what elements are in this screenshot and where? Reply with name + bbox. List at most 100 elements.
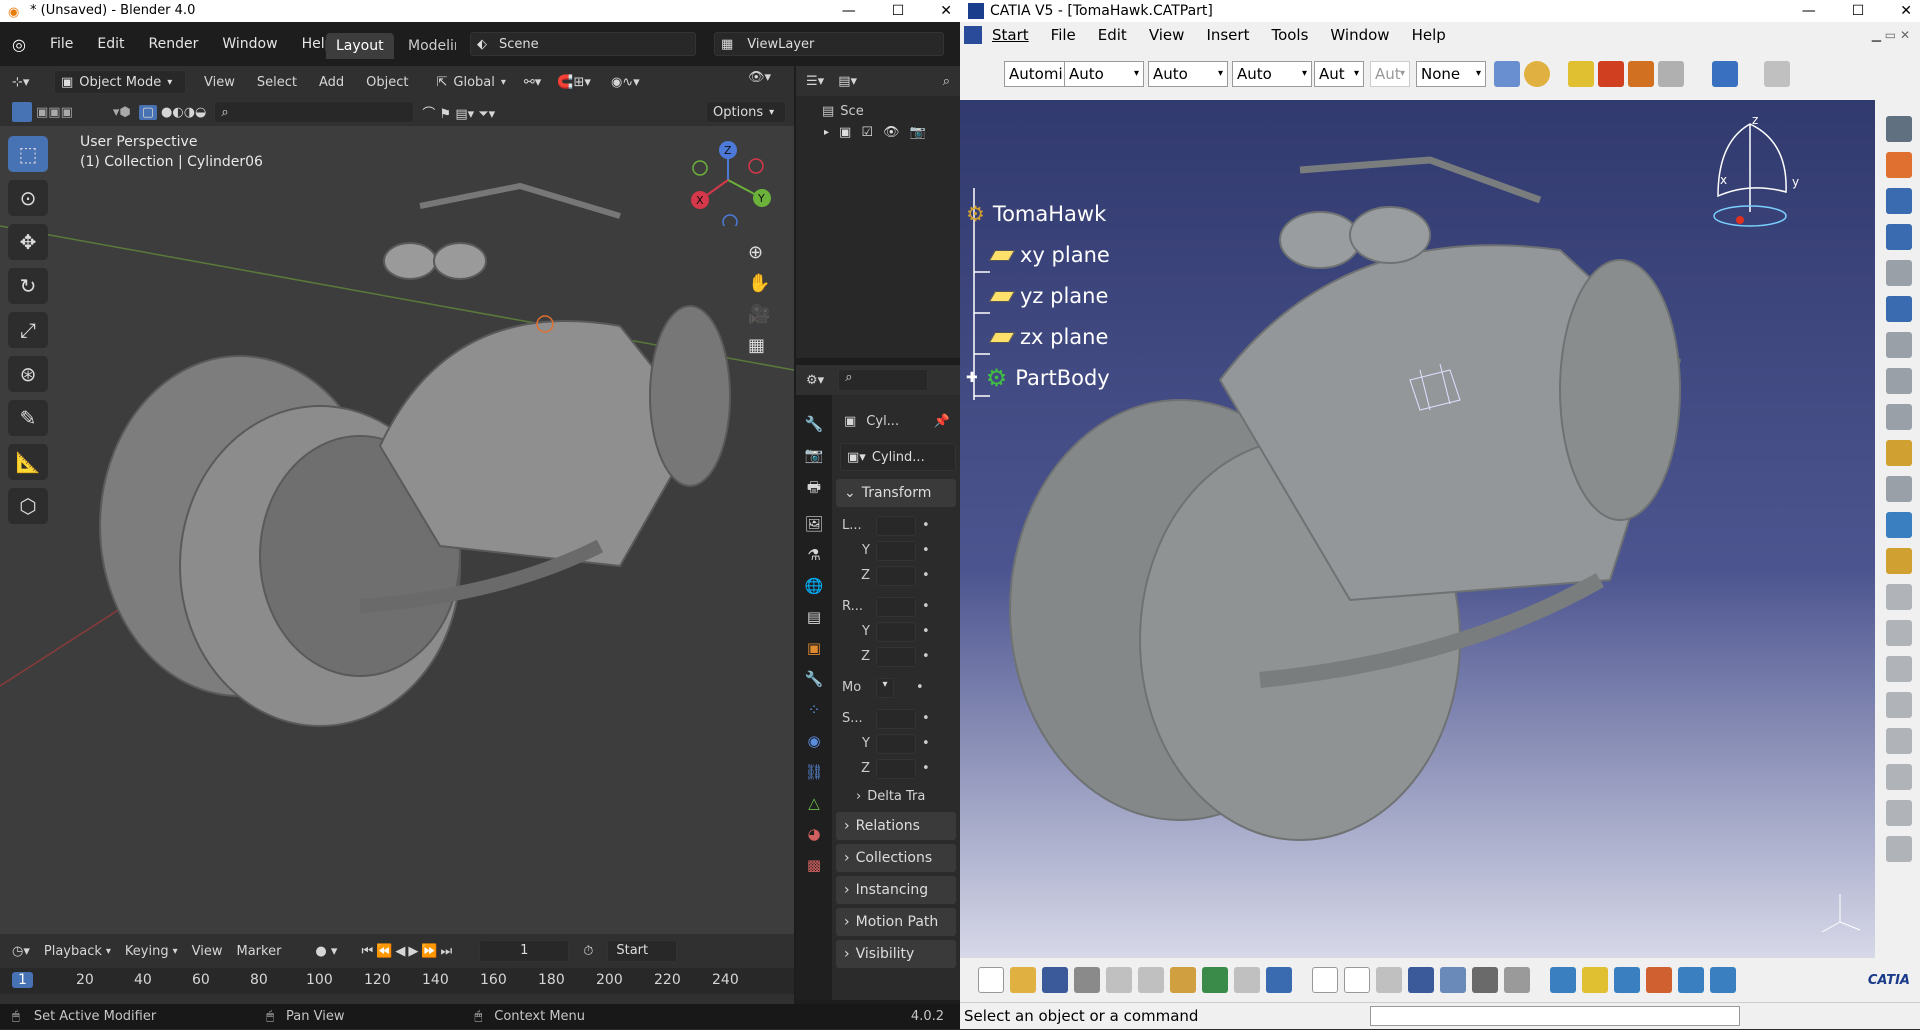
tool-tab-icon[interactable]: 🔧 (805, 415, 824, 433)
minimize-icon[interactable]: — (1802, 0, 1816, 22)
expand-arrow-icon[interactable]: ▸ (824, 127, 829, 138)
stopwatch-icon[interactable]: ⏱ (583, 944, 593, 959)
analysis-icon[interactable] (1376, 967, 1402, 993)
timeline-menu-view[interactable]: View (192, 944, 223, 959)
eye-icon[interactable]: 👁 (883, 125, 900, 140)
print-icon[interactable] (1074, 967, 1100, 993)
instancing-panel[interactable]: › Instancing (836, 876, 956, 904)
undo-icon[interactable] (1202, 967, 1228, 993)
modifier-tab-icon[interactable]: 🔧 (805, 670, 824, 688)
rotate-icon[interactable]: ↻ (8, 268, 48, 304)
current-frame-field[interactable]: 1 (479, 940, 570, 962)
rotation-mode-dropdown[interactable]: ▾ (876, 677, 894, 698)
transform-panel-header[interactable]: ⌄ Transform (836, 479, 956, 507)
minimize-icon[interactable]: — (842, 0, 856, 22)
thick-surface-icon[interactable] (1886, 656, 1912, 682)
transparency-dropdown[interactable]: Auto ▾ (1064, 61, 1144, 87)
move-icon[interactable]: ✥ (8, 224, 48, 260)
keyframe-dot-icon[interactable]: • (922, 761, 930, 776)
cut-icon[interactable] (1106, 967, 1132, 993)
measure-icon[interactable]: 📐 (8, 444, 48, 480)
swap-visible-icon[interactable] (1628, 61, 1654, 87)
menu-edit[interactable]: Edit (97, 36, 124, 52)
rotation-x-row[interactable]: R... • (842, 594, 960, 619)
groove-icon[interactable] (1886, 332, 1912, 358)
maximize-icon[interactable]: ☐ (1852, 0, 1865, 22)
pad-icon[interactable] (1886, 224, 1912, 250)
world-tab-icon[interactable]: 🌐 (805, 577, 824, 595)
shading-mode-group[interactable]: ▢ ●◐◑◒ (138, 104, 206, 120)
menu-render[interactable]: Render (149, 36, 199, 52)
mode-dropdown[interactable]: ▣ Object Mode ▾ (54, 70, 186, 94)
material-icon[interactable] (1524, 61, 1550, 87)
material-shading-icon[interactable]: ●◐◑◒ (161, 105, 206, 120)
physics-tab-icon[interactable]: ◉ (807, 732, 820, 750)
point-type-dropdown[interactable]: Aut ▾ (1314, 61, 1364, 87)
output-tab-icon[interactable]: 🖶 (807, 477, 821, 502)
document-icon[interactable] (964, 26, 982, 44)
pivot-icon[interactable]: ⚯▾ (524, 75, 541, 90)
transform-icon[interactable]: ⊛ (8, 356, 48, 392)
viewport-menu-add[interactable]: Add (319, 75, 344, 90)
annotate-icon[interactable]: ✎ (8, 400, 48, 436)
render-tab-icon[interactable]: 📷 (805, 446, 824, 464)
playback-controls-icon[interactable]: ⏮⏪◀▶⏩⏭ (361, 944, 455, 959)
menu-start[interactable]: Start (992, 26, 1029, 44)
layer-dropdown[interactable]: None ▾ (1416, 61, 1486, 87)
menu-file[interactable]: File (1051, 26, 1076, 44)
knowledge-icon[interactable] (1344, 967, 1370, 993)
tree-zx-plane[interactable]: zx plane (988, 325, 1108, 349)
tree-xy-plane[interactable]: xy plane (988, 243, 1110, 267)
line-type-dropdown[interactable]: Auto ▾ (1232, 61, 1312, 87)
keyframe-dot-icon[interactable]: • (922, 711, 930, 726)
whats-this-icon[interactable] (1266, 967, 1292, 993)
draft-icon[interactable] (1886, 512, 1912, 538)
tree-yz-plane[interactable]: yz plane (988, 284, 1108, 308)
hole-icon[interactable] (1886, 368, 1912, 394)
search-input[interactable]: ⌕ (214, 101, 415, 123)
menu-file[interactable]: File (50, 36, 73, 52)
redo-icon[interactable] (1234, 967, 1260, 993)
command-input[interactable] (1370, 1006, 1740, 1026)
start-frame-field[interactable]: Start (607, 940, 678, 962)
line-thickness-dropdown[interactable]: Auto ▾ (1148, 61, 1228, 87)
viewport-menu-object[interactable]: Object (366, 75, 408, 90)
location-y-row[interactable]: Y • (842, 538, 960, 563)
pattern-icon[interactable] (1886, 764, 1912, 790)
scene-tab-icon[interactable]: ⚗ (807, 546, 820, 564)
orientation-dropdown[interactable]: ⇱ Global ▾ (436, 75, 505, 90)
pan-hand-icon[interactable]: ✋ (748, 273, 770, 294)
outliner-collection-row[interactable]: ▸ ▣ ☑ 👁 📷 (796, 119, 960, 140)
motion-path-panel[interactable]: › Motion Path (836, 908, 956, 936)
outliner-scene-row[interactable]: ▤ Sce (796, 96, 960, 119)
3d-viewport[interactable]: User Perspective (1) Collection | Cylind… (0, 126, 794, 934)
viewport-menu-select[interactable]: Select (257, 75, 297, 90)
keyframe-dot-icon[interactable]: • (922, 543, 930, 558)
location-z-row[interactable]: Z • (842, 563, 960, 588)
display-mode-icon[interactable]: ▤▾ (838, 74, 857, 89)
particles-tab-icon[interactable]: ⁘ (808, 701, 821, 719)
camera-render-icon[interactable]: 📷 (910, 125, 926, 140)
visibility-icon[interactable]: 👁▾ (748, 70, 771, 85)
painter-icon[interactable] (1494, 61, 1520, 87)
editor-type-icon[interactable]: ⊹▾ (12, 75, 42, 90)
measure-icon[interactable] (1504, 967, 1530, 993)
rotation-mode-row[interactable]: Mo ▾ • (842, 675, 960, 700)
rotation-z-row[interactable]: Z • (842, 644, 960, 669)
camera-icon[interactable]: 🎥 (748, 304, 770, 325)
selection-mode-group[interactable]: ▣▣▣ (12, 102, 73, 122)
rendering-style-dropdown[interactable]: Aut ▾ (1370, 61, 1410, 87)
keyframe-dot-icon[interactable]: • (916, 680, 924, 695)
zoom-out-icon[interactable] (1710, 967, 1736, 993)
compass-icon[interactable]: z x y (1698, 112, 1808, 252)
blender-app-icon[interactable]: ◎ (12, 35, 26, 54)
sew-surface-icon[interactable] (1886, 728, 1912, 754)
properties-editor-icon[interactable]: ⚙▾ (806, 373, 824, 388)
shell-icon[interactable] (1886, 548, 1912, 574)
location-y-field[interactable] (876, 540, 916, 561)
scale-x-row[interactable]: S... • (842, 706, 960, 731)
object-tab-icon[interactable]: ▣ (807, 639, 821, 657)
location-x-row[interactable]: L... • (842, 513, 960, 538)
outliner-editor-icon[interactable]: ☰▾ (806, 74, 824, 89)
boolean-icon[interactable] (1886, 836, 1912, 862)
